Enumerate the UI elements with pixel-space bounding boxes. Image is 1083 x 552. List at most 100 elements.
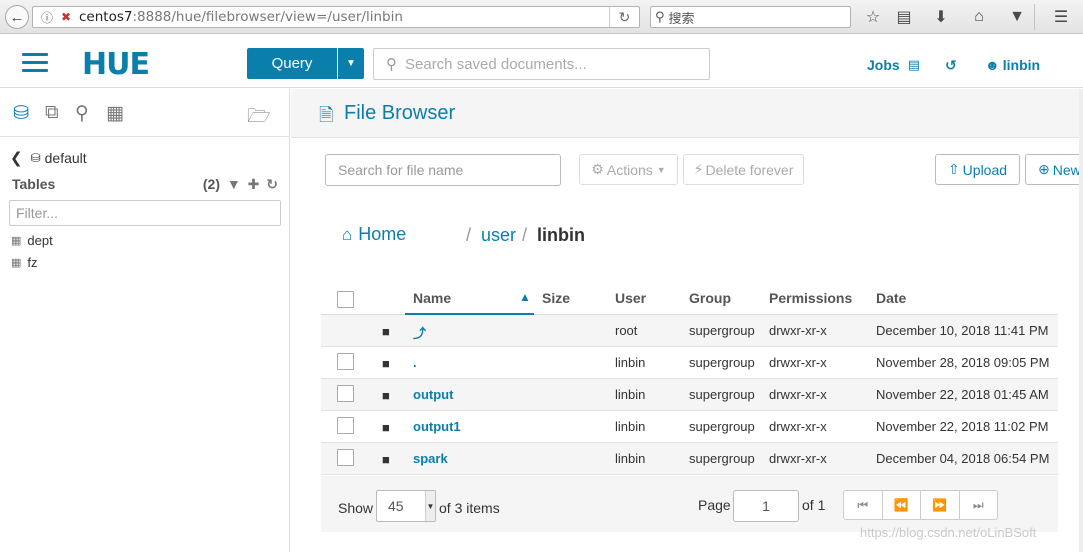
pagination-bar: Show 45 ▼ of 3 items Page 1 of 1 ⏮ ⏪ ⏩ ⏭ (321, 476, 1058, 532)
saved-documents-search[interactable]: ⚲ Search saved documents... (373, 48, 710, 80)
select-all-checkbox[interactable] (337, 291, 354, 308)
lightning-icon: ⚡ (693, 161, 704, 177)
watermark: https://blog.csdn.net/oLinBSoft (860, 525, 1037, 540)
page-size-select[interactable]: 45 ▼ (376, 490, 436, 522)
delete-forever-button[interactable]: ⚡ Delete forever (683, 154, 804, 185)
gear-icon: ⚙ (591, 161, 604, 177)
first-page-icon[interactable]: ⏮ (844, 491, 883, 519)
chevron-left-icon[interactable]: ❮ (10, 149, 23, 167)
table-row[interactable]: ■ spark linbin supergroup drwxr-xr-x Dec… (321, 443, 1058, 475)
insecure-lock-icon[interactable]: ✖ (57, 10, 75, 24)
browser-toolbar: ← ⓘ ✖ centos7:8888/hue/filebrowser/view=… (0, 0, 1083, 34)
row-checkbox[interactable] (337, 385, 354, 402)
actions-button[interactable]: ⚙ Actions ▼ (579, 154, 678, 185)
new-button[interactable]: ⊕ New (1025, 154, 1083, 185)
back-icon[interactable]: ← (5, 5, 29, 29)
query-button[interactable]: Query (247, 48, 337, 79)
sort-ascending-icon[interactable]: ▲ (519, 290, 531, 304)
table-filter-input[interactable]: Filter... (9, 200, 281, 226)
home-icon: ⌂ (342, 224, 353, 244)
caret-down-icon: ▼ (656, 164, 666, 175)
tables-tools: (2) ▼ ✚ ↻ (202, 176, 278, 192)
file-name-link[interactable]: spark (413, 451, 448, 466)
column-date[interactable]: Date (876, 290, 906, 306)
user-icon: ☻ (985, 57, 1000, 73)
folder-icon: ■ (382, 388, 390, 403)
table-row[interactable]: ■ ⤴ root supergroup drwxr-xr-x December … (321, 315, 1058, 347)
hue-top-bar: HUE Query ▼ ⚲ Search saved documents... … (0, 35, 1083, 88)
page-number-input[interactable]: 1 (733, 490, 799, 522)
file-name-link[interactable]: output (413, 387, 453, 402)
table-item[interactable]: ▦ fz (11, 255, 38, 270)
file-name-link[interactable]: . (413, 355, 417, 370)
row-user: linbin (615, 451, 646, 466)
folder-open-icon[interactable]: 🗁 (247, 102, 271, 134)
breadcrumb-home[interactable]: ⌂ Home (342, 224, 406, 245)
search-zoom-icon[interactable]: ⚲ (75, 102, 89, 125)
row-checkbox[interactable] (337, 449, 354, 466)
row-date: December 10, 2018 11:41 PM (876, 323, 1049, 338)
tables-header: Tables (2) ▼ ✚ ↻ (12, 176, 278, 192)
breadcrumb-user[interactable]: user (481, 225, 516, 246)
page-navigation: ⏮ ⏪ ⏩ ⏭ (843, 490, 998, 520)
database-icon[interactable]: ⛁ (13, 102, 29, 125)
column-user[interactable]: User (615, 290, 646, 306)
hue-logo[interactable]: HUE (82, 47, 150, 82)
caret-down-icon[interactable]: ▼ (425, 491, 435, 521)
page-title: File Browser (344, 102, 456, 124)
row-date: December 04, 2018 06:54 PM (876, 451, 1050, 466)
scrollbar[interactable] (1079, 89, 1083, 552)
column-permissions[interactable]: Permissions (769, 290, 852, 306)
home-icon[interactable]: ⌂ (968, 7, 990, 27)
table-icon: ▦ (11, 257, 22, 269)
add-icon[interactable]: ✚ (248, 176, 260, 192)
table-row[interactable]: ■ output1 linbin supergroup drwxr-xr-x N… (321, 411, 1058, 443)
reading-list-icon[interactable]: ▤ (893, 7, 915, 27)
previous-page-icon[interactable]: ⏪ (883, 491, 921, 519)
row-checkbox[interactable] (337, 353, 354, 370)
toolbar-divider (1034, 4, 1035, 30)
column-size[interactable]: Size (542, 290, 570, 306)
grid-icon[interactable]: ▦ (106, 102, 124, 125)
row-permissions: drwxr-xr-x (769, 387, 827, 402)
last-page-icon[interactable]: ⏭ (960, 491, 998, 519)
row-group: supergroup (689, 419, 755, 434)
browser-search-field[interactable]: ⚲ 搜索 (650, 6, 851, 28)
parent-dir-link[interactable]: ⤴ (413, 323, 426, 342)
row-permissions: drwxr-xr-x (769, 355, 827, 370)
history-icon[interactable]: ↺ (945, 57, 957, 74)
user-menu[interactable]: ☻ linbin (985, 57, 1040, 73)
menu-icon[interactable]: ☰ (1050, 7, 1072, 27)
row-group: supergroup (689, 451, 755, 466)
table-row[interactable]: ■ . linbin supergroup drwxr-xr-x Novembe… (321, 347, 1058, 379)
documents-icon[interactable]: ⧉ (45, 102, 59, 124)
database-selector[interactable]: ❮ ⛁ default (10, 149, 87, 167)
row-checkbox[interactable] (337, 417, 354, 434)
query-dropdown-caret-icon[interactable]: ▼ (338, 48, 364, 79)
upload-button[interactable]: ⇧ Upload (935, 154, 1020, 185)
file-name-link[interactable]: output1 (413, 419, 461, 434)
download-icon[interactable]: ⬇ (930, 7, 952, 27)
address-bar[interactable]: ⓘ ✖ centos7:8888/hue/filebrowser/view=/u… (32, 6, 640, 28)
row-permissions: drwxr-xr-x (769, 419, 827, 434)
row-group: supergroup (689, 323, 755, 338)
table-row[interactable]: ■ output linbin supergroup drwxr-xr-x No… (321, 379, 1058, 411)
bookmark-star-icon[interactable]: ☆ (862, 7, 884, 27)
reload-icon[interactable]: ↻ (609, 7, 639, 27)
file-name-search-input[interactable]: Search for file name (325, 154, 561, 186)
info-icon[interactable]: ⓘ (37, 9, 57, 26)
refresh-icon[interactable]: ↻ (266, 176, 278, 192)
column-group[interactable]: Group (689, 290, 731, 306)
pocket-icon[interactable]: ▼ (1006, 7, 1028, 27)
folder-icon: ■ (382, 452, 390, 467)
hamburger-menu-icon[interactable] (22, 53, 48, 73)
breadcrumb-separator: / (522, 225, 528, 245)
jobs-link[interactable]: Jobs ▤ (867, 57, 920, 73)
row-group: supergroup (689, 387, 755, 402)
items-count: of 3 items (439, 500, 500, 516)
table-item[interactable]: ▦ dept (11, 233, 53, 248)
next-page-icon[interactable]: ⏩ (921, 491, 960, 519)
column-name[interactable]: Name (413, 290, 451, 306)
filter-icon[interactable]: ▼ (227, 176, 241, 192)
breadcrumb-current: linbin (537, 225, 585, 245)
